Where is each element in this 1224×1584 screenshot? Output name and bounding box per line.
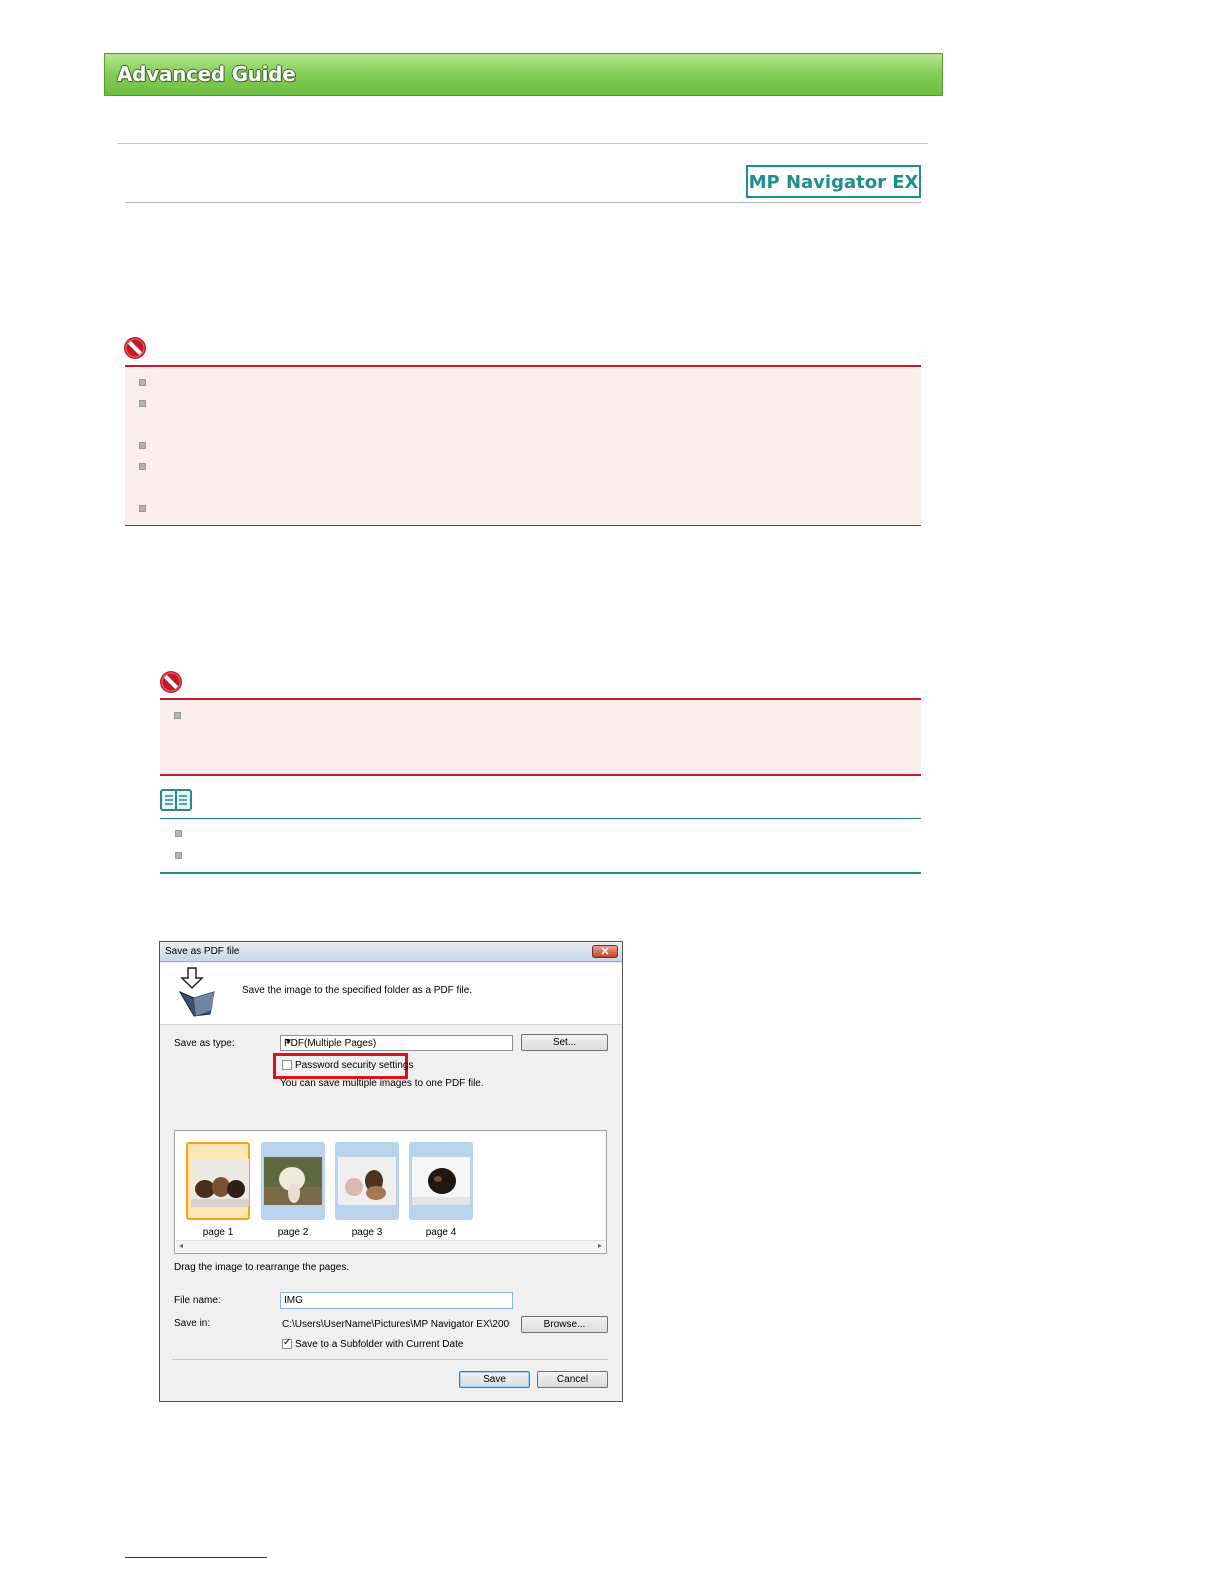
- list-bullet: [139, 379, 146, 386]
- save-as-type-label: Save as type:: [174, 1038, 235, 1049]
- product-badge-label: MP Navigator EX: [748, 172, 919, 193]
- dialog-title: Save as PDF file: [165, 946, 240, 957]
- list-bullet: [175, 852, 182, 859]
- important-stop-icon: [160, 671, 182, 693]
- horizontal-scrollbar[interactable]: ◂ ▸: [176, 1240, 605, 1252]
- save-as-type-value: PDF(Multiple Pages): [284, 1038, 377, 1049]
- dialog-separator: [172, 1359, 608, 1360]
- page-thumbnail[interactable]: [335, 1142, 399, 1220]
- list-bullet: [139, 463, 146, 470]
- checkmark-icon: ✓: [283, 1337, 292, 1348]
- important-box: [160, 698, 921, 776]
- browse-button[interactable]: Browse...: [521, 1316, 608, 1333]
- dialog-titlebar: Save as PDF file ✕: [160, 942, 622, 962]
- password-security-label: Password security settings: [295, 1060, 414, 1071]
- note-bottom-rule: [160, 872, 921, 874]
- thumbnail-image: [191, 1159, 249, 1207]
- password-security-checkbox[interactable]: [282, 1060, 292, 1070]
- save-button[interactable]: Save: [459, 1371, 530, 1388]
- scroll-right-icon[interactable]: ▸: [598, 1241, 602, 1250]
- page-thumbnail[interactable]: [261, 1142, 325, 1220]
- note-top-rule: [160, 818, 921, 819]
- chevron-down-icon: ▼: [284, 1037, 293, 1046]
- thumbnail-image: [264, 1157, 322, 1205]
- save-folder-arrow-icon: [178, 967, 215, 1017]
- set-button[interactable]: Set...: [521, 1034, 608, 1051]
- page-label: page 1: [202, 1227, 234, 1238]
- page-thumbnails-panel[interactable]: page 1 page 2 page 3 page 4 ◂ ▸: [174, 1130, 607, 1254]
- list-bullet: [175, 830, 182, 837]
- product-badge: MP Navigator EX: [746, 165, 921, 198]
- banner-title: Advanced Guide: [117, 62, 296, 86]
- footer-link-underline[interactable]: [125, 1557, 267, 1558]
- multi-page-hint: You can save multiple images to one PDF …: [280, 1078, 484, 1089]
- important-stop-icon: [124, 337, 146, 359]
- important-box: [125, 365, 921, 526]
- page-label: page 2: [277, 1227, 309, 1238]
- dialog-header: Save the image to the specified folder a…: [160, 963, 622, 1025]
- scroll-left-icon[interactable]: ◂: [179, 1241, 183, 1250]
- list-bullet: [139, 400, 146, 407]
- list-bullet: [174, 712, 181, 719]
- save-in-label: Save in:: [174, 1318, 211, 1329]
- top-divider: [117, 143, 928, 144]
- page-label: page 4: [425, 1227, 457, 1238]
- thumbnail-image: [338, 1157, 396, 1205]
- close-button[interactable]: ✕: [592, 945, 618, 958]
- advanced-guide-banner: Advanced Guide: [104, 53, 943, 96]
- close-icon: ✕: [600, 946, 610, 958]
- subfolder-label: Save to a Subfolder with Current Date: [295, 1339, 464, 1350]
- list-bullet: [139, 442, 146, 449]
- page-label: page 3: [351, 1227, 383, 1238]
- save-as-type-select[interactable]: PDF(Multiple Pages) ▼: [280, 1035, 513, 1051]
- badge-divider: [125, 202, 921, 203]
- subfolder-checkbox[interactable]: ✓: [282, 1337, 292, 1349]
- file-name-label: File name:: [174, 1295, 221, 1306]
- save-as-pdf-dialog: Save as PDF file ✕ Save the image to the…: [159, 941, 623, 1402]
- thumbnail-image: [412, 1157, 470, 1205]
- dialog-description: Save the image to the specified folder a…: [242, 985, 473, 996]
- file-name-input[interactable]: IMG: [280, 1292, 513, 1309]
- list-bullet: [139, 505, 146, 512]
- note-book-icon: [160, 789, 192, 811]
- save-in-path: C:\Users\UserName\Pictures\MP Navigator …: [282, 1319, 510, 1330]
- page-thumbnail[interactable]: [186, 1142, 250, 1220]
- drag-hint: Drag the image to rearrange the pages.: [174, 1262, 350, 1273]
- cancel-button[interactable]: Cancel: [537, 1371, 608, 1388]
- page-thumbnail[interactable]: [409, 1142, 473, 1220]
